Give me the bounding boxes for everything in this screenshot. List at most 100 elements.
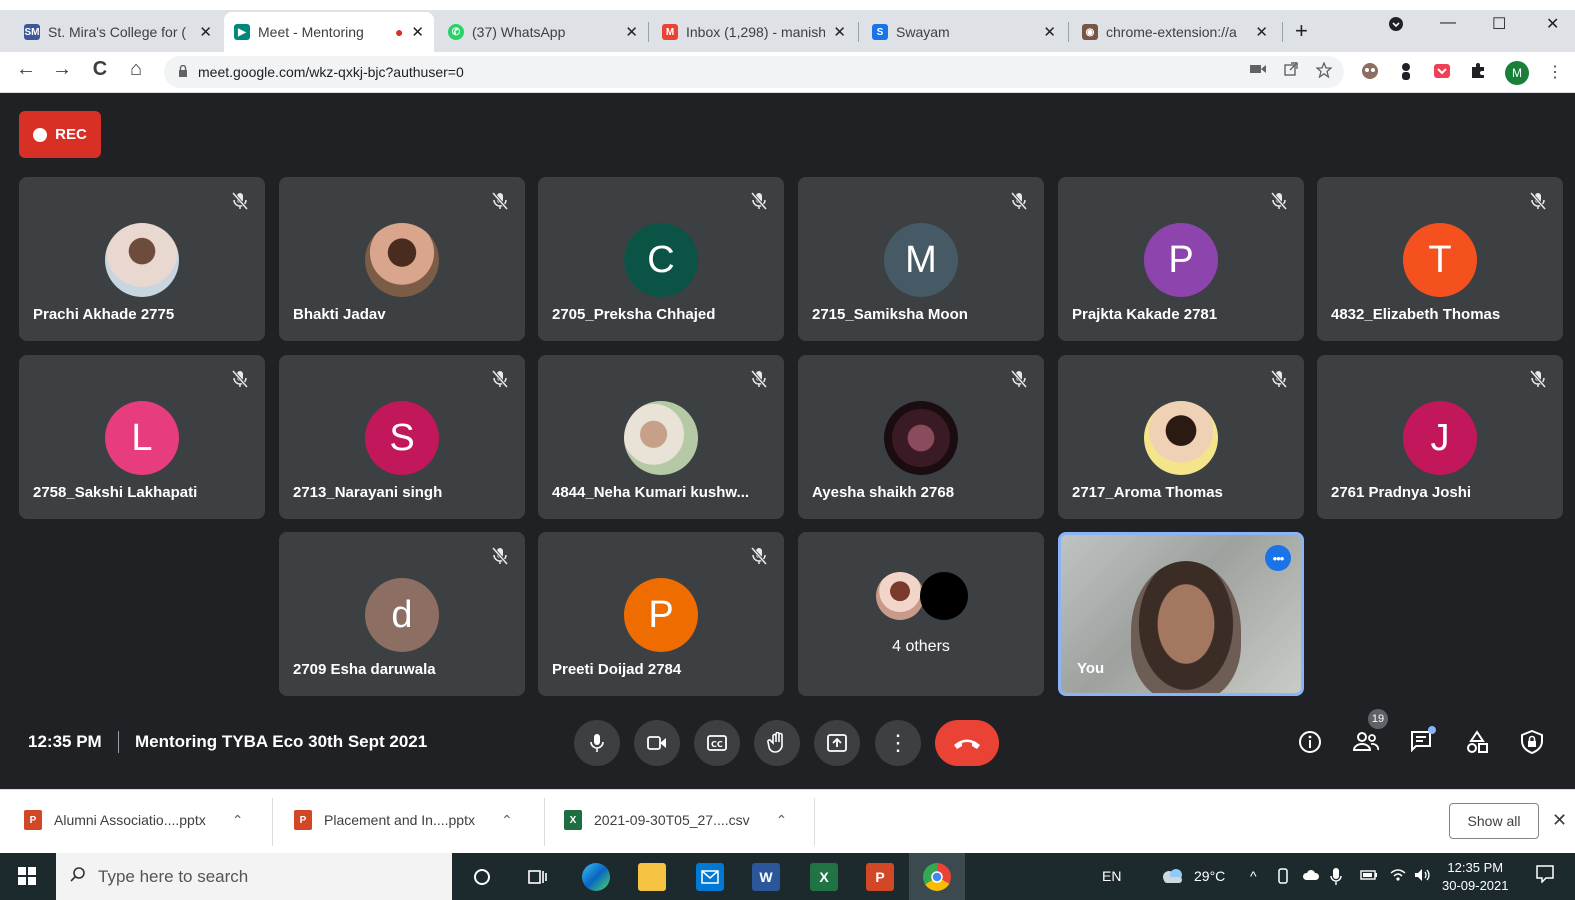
maximize-button[interactable]: ☐	[1492, 14, 1506, 34]
omnibox-icons	[1250, 61, 1333, 82]
weather-cloud-icon[interactable]	[1160, 868, 1186, 887]
download-item[interactable]: P Alumni Associatio....pptx ⌃	[24, 810, 243, 830]
chevron-up-icon[interactable]: ⌃	[501, 812, 513, 829]
present-screen-button[interactable]	[814, 720, 860, 766]
taskbar-search-box[interactable]: Type here to search	[56, 853, 452, 900]
people-button[interactable]	[1352, 730, 1380, 758]
new-tab-button[interactable]: +	[1295, 18, 1308, 44]
tab-title: chrome-extension://a	[1106, 24, 1237, 40]
tray-wifi-icon[interactable]	[1390, 868, 1406, 885]
weather-temperature[interactable]: 29°C	[1194, 868, 1225, 884]
chat-button[interactable]	[1407, 730, 1435, 758]
word-app-icon[interactable]: W	[752, 863, 780, 891]
bookmark-star-icon[interactable]	[1315, 61, 1333, 82]
camera-button[interactable]	[634, 720, 680, 766]
tray-battery-icon[interactable]	[1360, 868, 1378, 884]
home-button[interactable]: ⌂	[122, 58, 150, 81]
browser-toolbar: ← → C ⌂ meet.google.com/wkz-qxkj-bjc?aut…	[0, 52, 1575, 93]
close-tab-icon[interactable]: ✕	[833, 23, 846, 41]
close-shelf-icon[interactable]: ✕	[1552, 810, 1567, 831]
extension-figure-icon[interactable]	[1396, 62, 1416, 82]
tab-search-icon[interactable]	[1388, 16, 1404, 37]
chevron-up-icon[interactable]: ⌃	[232, 812, 244, 829]
more-options-menu-button[interactable]: ⋮	[875, 720, 921, 766]
camera-in-use-icon[interactable]	[1250, 62, 1266, 82]
extension-pocket-icon[interactable]	[1432, 62, 1452, 82]
raise-hand-button[interactable]	[754, 720, 800, 766]
system-clock[interactable]: 12:35 PM 30-09-2021	[1442, 859, 1509, 895]
window-close-button[interactable]: ✕	[1546, 14, 1559, 34]
participant-tile[interactable]: P Preeti Doijad 2784	[538, 532, 784, 696]
chrome-menu-icon[interactable]: ⋮	[1545, 62, 1565, 82]
meeting-details-button[interactable]	[1296, 730, 1324, 760]
host-controls-button[interactable]	[1518, 729, 1546, 760]
task-view-icon[interactable]	[524, 863, 552, 891]
tray-overflow-chevron-icon[interactable]: ^	[1250, 868, 1257, 884]
tray-volume-icon[interactable]	[1414, 868, 1432, 885]
tab-meet[interactable]: ▶ Meet - Mentoring ● ✕	[224, 12, 434, 52]
back-button[interactable]: ←	[12, 58, 40, 81]
mail-app-icon[interactable]	[696, 863, 724, 891]
participant-tile[interactable]: Prachi Akhade 2775	[19, 177, 265, 341]
forward-button[interactable]: →	[48, 58, 76, 81]
more-options-button[interactable]: •••	[1265, 545, 1291, 571]
participant-avatar-photo	[624, 401, 698, 475]
file-explorer-icon[interactable]	[638, 863, 666, 891]
participant-tile[interactable]: T 4832_Elizabeth Thomas	[1317, 177, 1563, 341]
tray-network-icon[interactable]	[1276, 868, 1290, 887]
download-filename: 2021-09-30T05_27....csv	[594, 812, 750, 828]
show-all-downloads-button[interactable]: Show all	[1449, 803, 1539, 839]
close-tab-icon[interactable]: ✕	[411, 23, 424, 41]
profile-avatar[interactable]: M	[1505, 61, 1529, 85]
tab-chrome-extension[interactable]: ◉ chrome-extension://a ✕	[1072, 12, 1278, 52]
tab-st-miras[interactable]: SM St. Mira's College for ( ✕	[14, 12, 222, 52]
chrome-app-icon[interactable]	[923, 863, 951, 891]
participant-avatar-initial: d	[365, 578, 439, 652]
windows-start-icon[interactable]	[18, 867, 36, 890]
powerpoint-app-icon[interactable]: P	[866, 863, 894, 891]
captions-button[interactable]: CC	[694, 720, 740, 766]
participant-tile[interactable]: d 2709 Esha daruwala	[279, 532, 525, 696]
excel-app-icon[interactable]: X	[810, 863, 838, 891]
others-tile[interactable]: 4 others	[798, 532, 1044, 696]
participant-tile[interactable]: C 2705_Preksha Chhajed	[538, 177, 784, 341]
onedrive-cloud-icon[interactable]	[1302, 868, 1320, 884]
edge-browser-icon[interactable]	[582, 863, 610, 891]
participant-tile[interactable]: Ayesha shaikh 2768	[798, 355, 1044, 519]
participant-tile[interactable]: 2717_Aroma Thomas	[1058, 355, 1304, 519]
input-language[interactable]: EN	[1102, 868, 1121, 884]
close-tab-icon[interactable]: ✕	[625, 23, 638, 41]
download-item[interactable]: X 2021-09-30T05_27....csv ⌃	[564, 810, 787, 830]
address-bar[interactable]: meet.google.com/wkz-qxkj-bjc?authuser=0	[164, 56, 1344, 88]
participant-tile[interactable]: L 2758_Sakshi Lakhapati	[19, 355, 265, 519]
activities-button[interactable]	[1463, 730, 1491, 760]
reload-button[interactable]: C	[86, 58, 114, 81]
participant-tile[interactable]: P Prajkta Kakade 2781	[1058, 177, 1304, 341]
tab-whatsapp[interactable]: ✆ (37) WhatsApp ✕	[438, 12, 648, 52]
close-tab-icon[interactable]: ✕	[1043, 23, 1056, 41]
notifications-icon[interactable]	[1536, 865, 1554, 886]
participant-name: 2713_Narayani singh	[293, 484, 443, 501]
tab-gmail[interactable]: M Inbox (1,298) - manish ✕	[652, 12, 856, 52]
others-avatar-photo	[876, 572, 924, 620]
tray-microphone-icon[interactable]	[1330, 868, 1342, 889]
download-item[interactable]: P Placement and In....pptx ⌃	[294, 810, 513, 830]
participant-tile[interactable]: M 2715_Samiksha Moon	[798, 177, 1044, 341]
chevron-up-icon[interactable]: ⌃	[776, 812, 788, 829]
cortana-icon[interactable]	[468, 863, 496, 891]
open-in-new-icon[interactable]	[1284, 62, 1298, 82]
microphone-button[interactable]	[574, 720, 620, 766]
close-tab-icon[interactable]: ✕	[199, 23, 212, 41]
minimize-button[interactable]: —	[1440, 14, 1456, 32]
participant-tile[interactable]: Bhakti Jadav	[279, 177, 525, 341]
participant-tile[interactable]: J 2761 Pradnya Joshi	[1317, 355, 1563, 519]
extension-owl-icon[interactable]	[1360, 62, 1380, 82]
tab-swayam[interactable]: S Swayam ✕	[862, 12, 1066, 52]
mic-off-icon-svg	[1010, 370, 1028, 388]
self-view-tile[interactable]: ••• You	[1058, 532, 1304, 696]
extensions-puzzle-icon[interactable]	[1468, 62, 1488, 82]
close-tab-icon[interactable]: ✕	[1255, 23, 1268, 41]
leave-call-button[interactable]	[935, 720, 999, 766]
participant-tile[interactable]: S 2713_Narayani singh	[279, 355, 525, 519]
participant-tile[interactable]: 4844_Neha Kumari kushw...	[538, 355, 784, 519]
